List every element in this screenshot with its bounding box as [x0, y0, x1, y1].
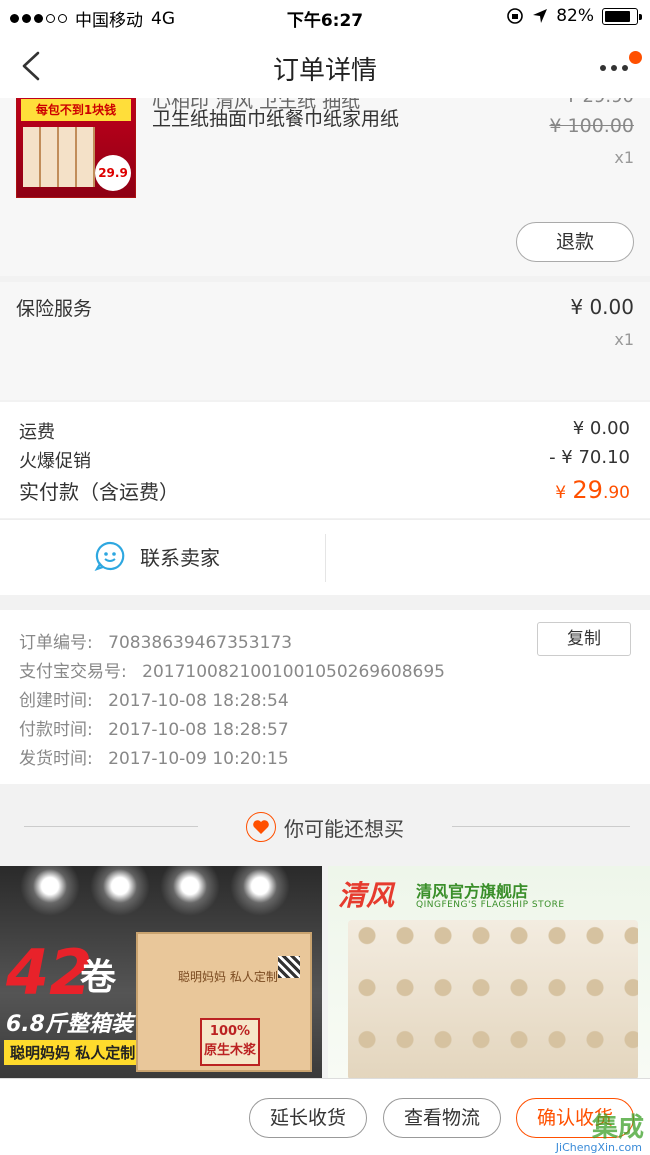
product-price-partial: ¥ 29.90: [565, 98, 634, 107]
spotlight: [20, 866, 80, 916]
recommend-item-right[interactable]: 清风 清风官方旗舰店 QINGFENG'S FLAGSHIP STORE: [328, 866, 650, 1078]
recommend-title: 你可能还想买: [0, 812, 650, 842]
more-dots-icon[interactable]: [598, 54, 632, 78]
order-number: 70838639467353173: [108, 633, 293, 653]
battery-percent: 82%: [556, 6, 594, 26]
total-row: 实付款（含运费） ¥ 29.90: [19, 476, 630, 505]
alipay-row: 支付宝交易号: 2017100821001001050269608695: [19, 657, 445, 682]
watermark-url: JiChengXin.com: [555, 1141, 642, 1154]
recommend-header: 你可能还想买: [0, 800, 650, 858]
battery-fill: [605, 10, 630, 22]
insurance-section: 保险服务 ¥ 0.00 x1: [0, 282, 650, 400]
product-image-price: 29.9: [95, 155, 131, 191]
contact-divider: [325, 534, 326, 582]
bottom-action-bar: 延长收货 查看物流 确认收货 集成 JiChengXin.com: [0, 1078, 650, 1155]
product-image[interactable]: 每包不到1块钱 29.9: [16, 98, 136, 198]
product-quantity: x1: [614, 148, 634, 167]
spotlight: [90, 866, 150, 916]
shipping-value: ¥ 0.00: [572, 418, 630, 439]
order-number-row: 订单编号: 70838639467353173: [19, 628, 292, 653]
product-title[interactable]: 卫生纸抽面巾纸餐巾纸家用纸: [152, 104, 399, 131]
recommend-items: 42 卷 6.8斤整箱装 聪明妈妈 私人定制 聪明妈妈 私人定制 100% 原生…: [0, 866, 650, 1078]
total-int: 29: [572, 476, 603, 504]
copy-button[interactable]: 复制: [537, 622, 631, 656]
shipping-row: 运费 ¥ 0.00: [19, 418, 630, 444]
promo-row: 火爆促销 - ¥ 70.10: [19, 447, 630, 473]
total-label: 实付款（含运费）: [19, 480, 179, 504]
recommend-left-subtitle: 6.8斤整箱装: [6, 1012, 133, 1037]
promo-value: - ¥ 70.10: [549, 447, 630, 468]
shipped-time: 2017-10-09 10:20:15: [108, 749, 289, 769]
paid-row: 付款时间: 2017-10-08 18:28:57: [19, 715, 289, 740]
recommend-title-text: 你可能还想买: [284, 816, 404, 841]
battery-icon: [602, 7, 642, 25]
chat-bubble-icon: [94, 541, 125, 571]
shipped-row: 发货时间: 2017-10-09 10:20:15: [19, 744, 289, 769]
created-time: 2017-10-08 18:28:54: [108, 691, 289, 711]
recommend-item-left[interactable]: 42 卷 6.8斤整箱装 聪明妈妈 私人定制 聪明妈妈 私人定制 100% 原生…: [0, 866, 322, 1078]
product-original-price: ¥ 100.00: [549, 115, 634, 137]
created-label: 创建时间:: [19, 691, 93, 711]
insurance-label: 保险服务: [16, 298, 93, 320]
order-info: 订单编号: 70838639467353173 复制 支付宝交易号: 20171…: [0, 610, 650, 784]
refund-button[interactable]: 退款: [516, 222, 634, 262]
spotlight: [230, 866, 290, 916]
shipped-label: 发货时间:: [19, 749, 93, 769]
paid-time: 2017-10-08 18:28:57: [108, 720, 289, 740]
product-card: 每包不到1块钱 29.9 心相印 清风 卫生纸 抽纸 卫生纸抽面巾纸餐巾纸家用纸…: [0, 98, 650, 276]
contact-seller-button[interactable]: 联系卖家: [94, 540, 220, 572]
heart-icon: [246, 812, 276, 842]
package-name: 聪明妈妈 私人定制: [178, 970, 278, 984]
promo-label: 火爆促销: [19, 451, 91, 472]
shipping-label: 运费: [19, 422, 55, 443]
view-logistics-button[interactable]: 查看物流: [383, 1098, 501, 1138]
paid-label: 付款时间:: [19, 720, 93, 740]
notification-badge: [629, 51, 642, 64]
product-image-boxes: [23, 127, 95, 187]
cost-summary: 运费 ¥ 0.00 火爆促销 - ¥ 70.10 实付款（含运费） ¥ 29.9…: [0, 402, 650, 518]
tissue-rolls-image: [348, 920, 638, 1078]
status-bar: 中国移动 4G 下午6:27 82%: [0, 0, 650, 34]
order-number-label: 订单编号:: [19, 633, 93, 653]
qr-code-icon: [278, 956, 300, 978]
insurance-quantity: x1: [614, 330, 634, 349]
recommend-left-tag: 聪明妈妈 私人定制: [4, 1040, 142, 1065]
rotation-lock-icon: [507, 8, 524, 24]
recommend-right-store: 清风官方旗舰店: [416, 882, 529, 901]
spotlight: [160, 866, 220, 916]
insurance-price: ¥ 0.00: [570, 295, 634, 319]
page-title: 订单详情: [272, 56, 377, 86]
recommend-right-store-en: QINGFENG'S FLAGSHIP STORE: [416, 900, 565, 910]
recommend-left-package: 聪明妈妈 私人定制 100% 原生木浆: [136, 932, 312, 1072]
nav-bar: 订单详情: [0, 34, 650, 98]
total-price: ¥ 29.90: [555, 476, 630, 505]
contact-seller-label: 联系卖家: [140, 545, 220, 570]
watermark-logo: 集成: [591, 1113, 644, 1143]
alipay-number: 2017100821001001050269608695: [142, 662, 445, 682]
total-currency: ¥: [555, 483, 567, 503]
package-percent: 100% 原生木浆: [200, 1018, 260, 1066]
product-image-band: 每包不到1块钱: [21, 99, 131, 121]
recommend-right-logo: 清风: [338, 879, 395, 912]
status-right: 82%: [506, 6, 642, 26]
location-arrow-icon: [533, 9, 548, 23]
recommend-left-unit: 卷: [80, 957, 117, 998]
total-dec: .90: [602, 483, 630, 503]
extend-receipt-button[interactable]: 延长收货: [249, 1098, 367, 1138]
alipay-label: 支付宝交易号:: [19, 662, 127, 682]
contact-section: 联系卖家: [0, 519, 650, 595]
created-row: 创建时间: 2017-10-08 18:28:54: [19, 686, 289, 711]
